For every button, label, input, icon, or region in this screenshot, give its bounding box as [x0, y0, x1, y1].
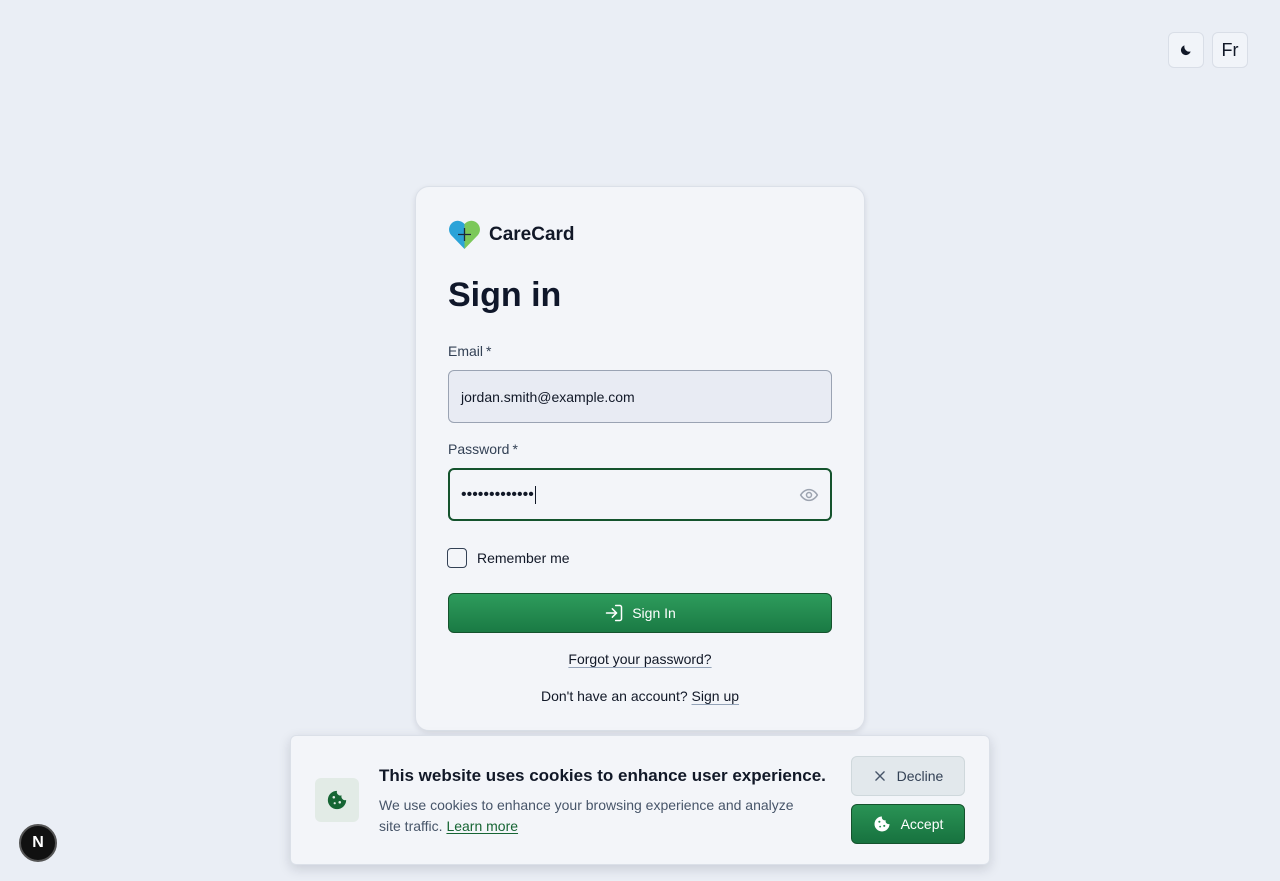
- remember-me-checkbox[interactable]: [447, 548, 467, 568]
- accept-label: Accept: [900, 816, 944, 832]
- cookie-description: We use cookies to enhance your browsing …: [379, 797, 794, 834]
- remember-me[interactable]: Remember me: [447, 548, 832, 568]
- moon-icon: [1180, 45, 1191, 56]
- cookie-title: This website uses cookies to enhance use…: [379, 766, 826, 785]
- password-value: •••••••••••••: [461, 485, 536, 504]
- decline-button[interactable]: Decline: [851, 756, 965, 796]
- cookie-icon: [327, 790, 347, 810]
- signup-link[interactable]: Sign up: [692, 688, 739, 704]
- language-toggle-button[interactable]: Fr: [1212, 32, 1248, 68]
- decline-label: Decline: [896, 768, 944, 784]
- text-caret: [534, 485, 536, 504]
- signin-button-label: Sign In: [632, 605, 676, 621]
- learn-more-link[interactable]: Learn more: [446, 818, 518, 834]
- password-label-text: Password: [448, 441, 510, 457]
- theme-toggle-button[interactable]: [1168, 32, 1204, 68]
- heart-plus-icon: [449, 220, 480, 249]
- required-marker: *: [486, 343, 492, 359]
- dev-tools-badge[interactable]: N: [19, 824, 57, 862]
- signin-card: CareCard Sign in Email * jordan.smith@exa…: [415, 186, 865, 731]
- email-value: jordan.smith@example.com: [461, 388, 635, 405]
- required-marker: *: [512, 441, 518, 457]
- top-controls: Fr: [1168, 32, 1248, 68]
- cookie-icon-box: [315, 778, 359, 822]
- brand-name: CareCard: [489, 224, 575, 245]
- email-label-text: Email: [448, 343, 484, 359]
- password-field[interactable]: •••••••••••••: [448, 468, 832, 521]
- cookie-banner: This website uses cookies to enhance use…: [290, 735, 990, 865]
- forgot-password-link[interactable]: Forgot your password?: [568, 651, 711, 667]
- forgot-password-row: Forgot your password?: [448, 651, 832, 669]
- password-label: Password *: [448, 441, 832, 458]
- cookie-text: We use cookies to enhance your browsing …: [379, 795, 819, 837]
- close-icon: [874, 771, 885, 781]
- brand: CareCard: [448, 219, 832, 251]
- signup-prompt: Don't have an account?: [540, 688, 688, 704]
- password-masked: •••••••••••••: [461, 485, 534, 503]
- accept-button[interactable]: Accept: [851, 804, 965, 844]
- eye-icon[interactable]: [799, 485, 819, 505]
- cookie-icon: [874, 816, 890, 832]
- login-icon: [605, 604, 623, 622]
- signin-button[interactable]: Sign In: [448, 593, 832, 633]
- page-title: Sign in: [448, 276, 562, 314]
- email-label: Email *: [448, 343, 832, 360]
- remember-me-label[interactable]: Remember me: [477, 550, 570, 566]
- signup-row: Don't have an account? Sign up: [448, 688, 832, 704]
- email-field[interactable]: jordan.smith@example.com: [448, 370, 832, 423]
